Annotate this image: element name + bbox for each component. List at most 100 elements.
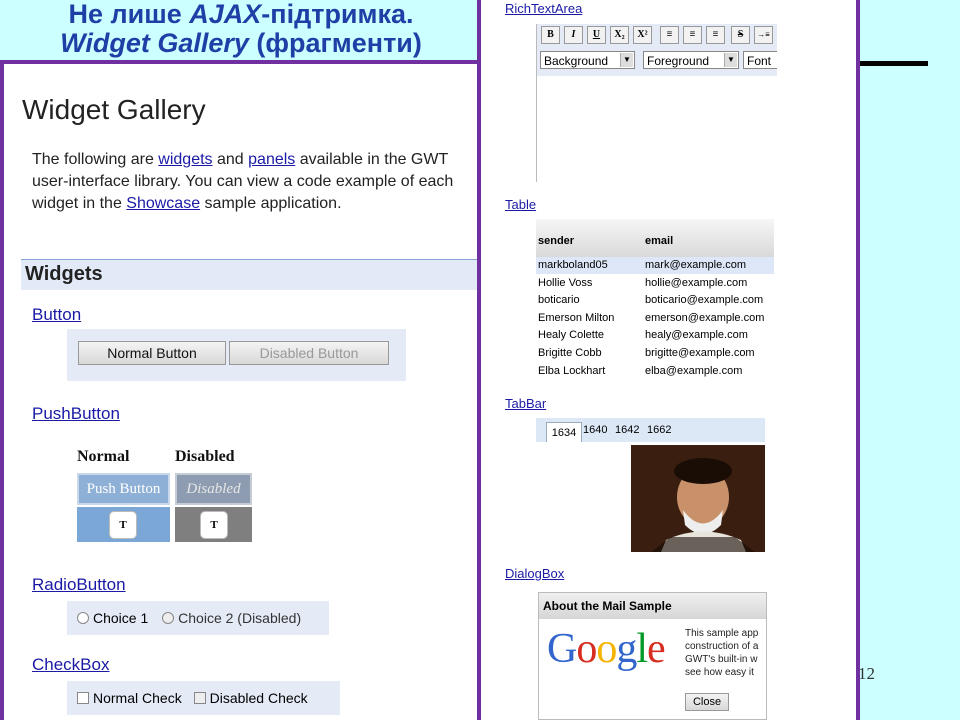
button-demo-box: Normal Button Disabled Button <box>67 329 406 381</box>
mail-table: sender email markboland05 mark@example.co… <box>536 219 774 379</box>
tabbar-demo: 1634 1640 1642 1662 <box>536 418 765 552</box>
foreground-select[interactable]: Foreground ▼ <box>643 51 739 69</box>
checkbox-demo-box: Normal Check Disabled Check <box>67 681 340 715</box>
richtext-editor[interactable]: B I U X₂ X² ≡ ≡ ≡ S →≡ Background ▼ Foreg… <box>536 24 777 182</box>
intro-text: The following are <box>32 151 159 168</box>
table-cell-email: healy@example.com <box>645 329 748 342</box>
pushbutton-link[interactable]: PushButton <box>32 404 120 424</box>
radio-choice-2: Choice 2 (Disabled) <box>162 610 301 626</box>
table-cell-email: mark@example.com <box>645 259 747 271</box>
title-text: (фрагменти) <box>248 28 422 58</box>
dialog-body-line: This sample app <box>685 628 759 639</box>
table-cell-sender: Brigitte Cobb <box>538 347 602 359</box>
table-cell-email: boticario@example.com <box>645 294 764 307</box>
align-left-button[interactable]: ≡ <box>660 26 679 44</box>
table-row[interactable]: markboland05 mark@example.com <box>536 257 774 274</box>
push-image-button-disabled: T <box>175 507 252 542</box>
select-value: Foreground <box>647 54 710 68</box>
table-row[interactable]: Healy Colette healy@example.com <box>536 327 774 344</box>
radio-choice-1[interactable]: Choice 1 <box>77 610 148 626</box>
table-cell-email: emerson@example.com <box>645 311 765 324</box>
checkbox-label: Disabled Check <box>209 690 308 706</box>
gallery-heading: Widget Gallery <box>22 94 206 125</box>
tab-1634[interactable]: 1634 <box>546 422 582 443</box>
dialog-body-line: GWT's built-in w <box>685 654 758 665</box>
widgets-section-title: Widgets <box>25 263 103 285</box>
showcase-link[interactable]: Showcase <box>126 195 200 212</box>
push-image-button[interactable]: T <box>77 507 170 542</box>
richtext-toolbar: B I U X₂ X² ≡ ≡ ≡ S →≡ Background ▼ Foreg… <box>537 24 777 76</box>
underline-button[interactable]: U <box>587 26 606 44</box>
align-center-button[interactable]: ≡ <box>683 26 702 44</box>
table-cell-email: elba@example.com <box>645 364 743 377</box>
title-text: -підтримка. <box>261 0 414 29</box>
radiobutton-link[interactable]: RadioButton <box>32 575 126 595</box>
radio-label: Choice 2 (Disabled) <box>178 610 302 626</box>
tab-1642[interactable]: 1642 <box>615 424 639 436</box>
text-format-icon: T <box>200 511 228 539</box>
intro-text: and <box>212 151 249 168</box>
tab-1640[interactable]: 1640 <box>583 424 607 436</box>
dialogbox-link[interactable]: DialogBox <box>505 566 564 581</box>
table-cell-sender: Elba Lockhart <box>538 364 606 377</box>
normal-check[interactable]: Normal Check <box>77 690 182 706</box>
superscript-button[interactable]: X² <box>633 26 652 44</box>
checkbox-icon[interactable] <box>77 692 89 704</box>
table-link[interactable]: Table <box>505 197 536 212</box>
text-format-icon: T <box>109 511 137 539</box>
indent-button[interactable]: →≡ <box>754 26 773 44</box>
radio-icon[interactable] <box>77 612 89 624</box>
table-cell-email: brigitte@example.com <box>645 347 755 359</box>
page-number: 12 <box>858 664 875 683</box>
table-row[interactable]: Emerson Milton emerson@example.com <box>536 310 774 327</box>
panels-link[interactable]: panels <box>248 151 295 168</box>
widget-gallery-screenshot-right: RichTextArea B I U X₂ X² ≡ ≡ ≡ S →≡ Back… <box>477 0 860 720</box>
push-button[interactable]: Push Button <box>77 473 170 505</box>
table-body: markboland05 mark@example.com Hollie Voss h… <box>536 257 774 379</box>
disabled-button: Disabled Button <box>229 341 389 365</box>
slide-title-line-1: Не лише AJAX-підтримка. <box>6 0 476 29</box>
italic-button[interactable]: I <box>564 26 583 44</box>
normal-button[interactable]: Normal Button <box>78 341 226 365</box>
pushbutton-col-disabled: Disabled <box>175 448 235 465</box>
gallery-intro: The following are widgets and panels ava… <box>32 149 477 215</box>
push-button-disabled: Disabled <box>175 473 252 505</box>
background-select[interactable]: Background ▼ <box>540 51 635 69</box>
title-text-widget-gallery: Widget Gallery <box>60 28 249 58</box>
table-cell-sender: boticario <box>538 294 580 307</box>
widget-gallery-screenshot-left: Widget Gallery The following are widgets… <box>0 60 477 720</box>
checkbox-icon-disabled <box>193 692 206 704</box>
widgets-link[interactable]: widgets <box>158 151 212 168</box>
tabbar-link[interactable]: TabBar <box>505 396 546 411</box>
radio-demo-box: Choice 1 Choice 2 (Disabled) <box>67 601 329 635</box>
font-select[interactable]: Font <box>743 51 777 69</box>
dialog-body-line: construction of a <box>685 641 759 652</box>
table-cell-email: hollie@example.com <box>645 276 748 289</box>
bold-button[interactable]: B <box>541 26 560 44</box>
table-header: sender email <box>536 219 774 258</box>
dialog-body-line: see how easy it <box>685 667 754 678</box>
table-row[interactable]: boticario boticario@example.com <box>536 292 774 309</box>
align-right-button[interactable]: ≡ <box>706 26 725 44</box>
table-cell-sender: Emerson Milton <box>538 311 615 324</box>
button-link[interactable]: Button <box>32 305 81 325</box>
table-row[interactable]: Hollie Voss hollie@example.com <box>536 275 774 292</box>
slide-title: Не лише AJAX-підтримка. Widget Gallery (… <box>6 0 476 62</box>
table-row[interactable]: Elba Lockhart elba@example.com <box>536 363 774 379</box>
pushbutton-col-normal: Normal <box>77 448 130 465</box>
subscript-button[interactable]: X₂ <box>610 26 629 44</box>
tab-1662[interactable]: 1662 <box>647 424 671 436</box>
strikethrough-button[interactable]: S <box>731 26 750 44</box>
select-value: Font <box>747 54 772 68</box>
checkbox-label: Normal Check <box>93 690 182 706</box>
intro-text: sample application. <box>200 195 342 212</box>
dropdown-arrow-icon: ▼ <box>724 53 737 67</box>
checkbox-link[interactable]: CheckBox <box>32 655 109 675</box>
dialog-close-button[interactable]: Close <box>685 693 729 711</box>
dialog-body: This sample app construction of a GWT's … <box>685 627 758 679</box>
table-row[interactable]: Brigitte Cobb brigitte@example.com <box>536 345 774 362</box>
title-text-ajax: AJAX <box>189 0 262 29</box>
col-sender: sender <box>538 235 575 247</box>
radio-icon-disabled <box>162 612 175 624</box>
richtextarea-link[interactable]: RichTextArea <box>505 1 582 16</box>
